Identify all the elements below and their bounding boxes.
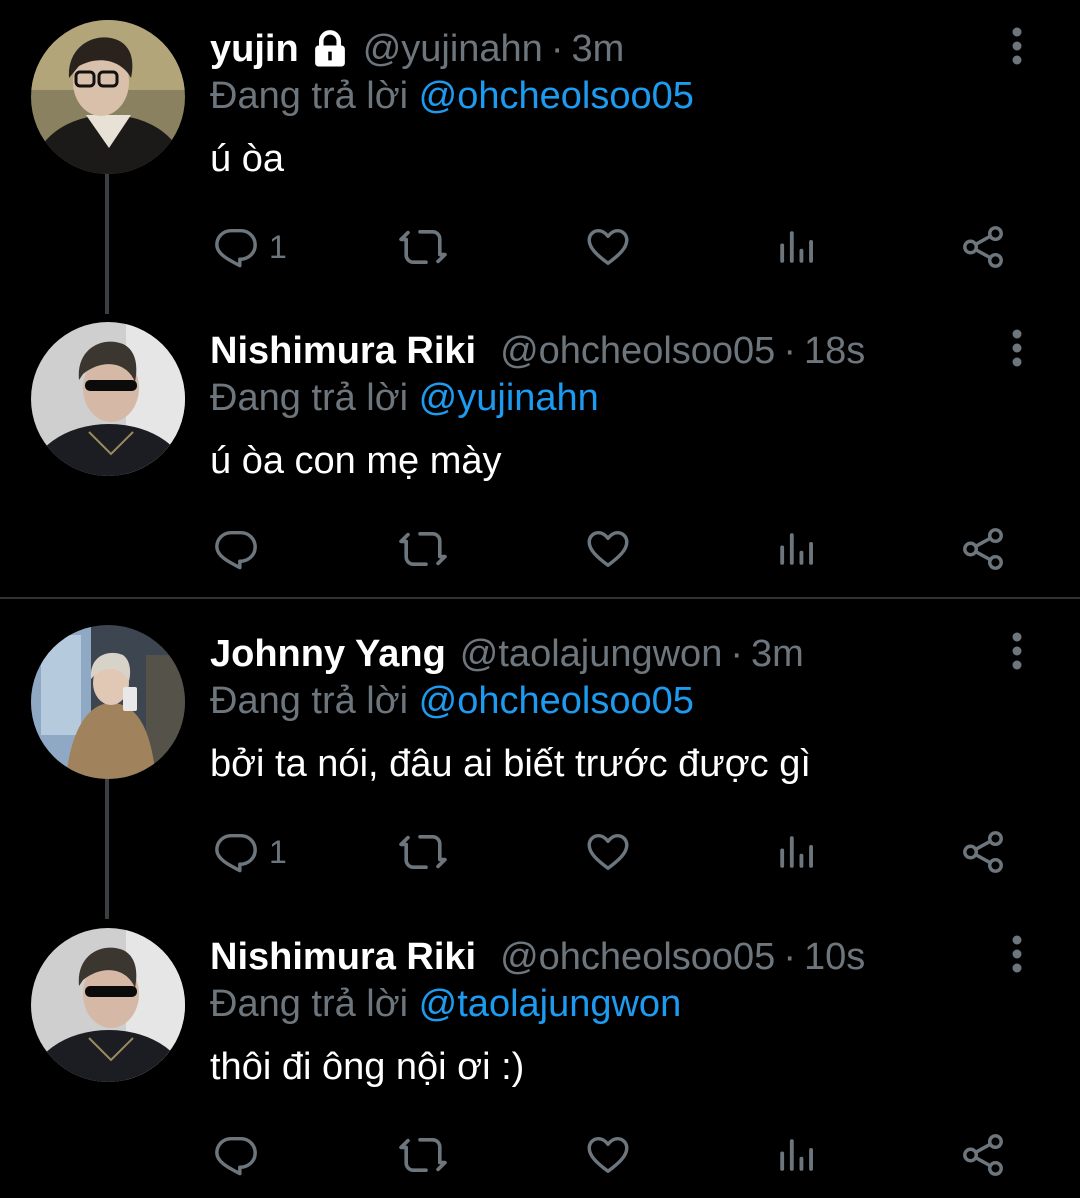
like-icon — [585, 829, 631, 875]
avatar[interactable] — [31, 928, 185, 1082]
retweet-button[interactable] — [399, 524, 447, 574]
replying-to-label: Đang trả lời — [210, 75, 409, 117]
tweet[interactable]: yujin @yujinahn · 3m Đang trả lời @ohche… — [0, 0, 1080, 314]
action-bar — [0, 1130, 1080, 1180]
replying-to-label: Đang trả lời — [210, 377, 409, 419]
more-vertical-icon[interactable] — [995, 24, 1039, 68]
mention-link[interactable]: @yujinahn — [419, 377, 599, 419]
reply-button[interactable]: 1 — [213, 827, 287, 877]
display-name[interactable]: Nishimura Riki — [210, 936, 476, 979]
tweet-text: ú òa — [210, 138, 284, 180]
retweet-button[interactable] — [399, 1130, 447, 1180]
like-button[interactable] — [585, 222, 631, 272]
timestamp[interactable]: 3m — [751, 633, 804, 676]
handle[interactable]: @yujinahn — [363, 28, 543, 71]
replying-to: Đang trả lời @taolajungwon — [210, 983, 681, 1026]
share-button[interactable] — [960, 1130, 1006, 1180]
views-icon — [775, 226, 817, 268]
replying-to-label: Đang trả lời — [210, 983, 409, 1025]
retweet-icon — [399, 223, 447, 271]
share-icon — [960, 224, 1006, 270]
avatar[interactable] — [31, 20, 185, 174]
retweet-icon — [399, 1131, 447, 1179]
handle[interactable]: @taolajungwon — [460, 633, 723, 676]
share-icon — [960, 829, 1006, 875]
retweet-icon — [399, 828, 447, 876]
tweet-text: thôi đi ông nội ơi :) — [210, 1046, 525, 1088]
replying-to-label: Đang trả lời — [210, 680, 409, 722]
lock-icon — [309, 28, 351, 70]
views-button[interactable] — [775, 222, 817, 272]
views-button[interactable] — [775, 524, 817, 574]
retweet-button[interactable] — [399, 827, 447, 877]
like-button[interactable] — [585, 827, 631, 877]
mention-link[interactable]: @taolajungwon — [419, 983, 682, 1025]
separator-dot: · — [783, 329, 796, 372]
share-icon — [960, 526, 1006, 572]
share-button[interactable] — [960, 222, 1006, 272]
replying-to: Đang trả lời @ohcheolsoo05 — [210, 75, 694, 118]
display-name[interactable]: Johnny Yang — [210, 633, 446, 676]
like-button[interactable] — [585, 1130, 631, 1180]
replying-to: Đang trả lời @ohcheolsoo05 — [210, 680, 694, 723]
display-name[interactable]: yujin — [210, 28, 299, 71]
like-icon — [585, 526, 631, 572]
tweet-text: ú òa con mẹ mày — [210, 440, 502, 482]
timestamp[interactable]: 3m — [571, 28, 624, 71]
share-button[interactable] — [960, 827, 1006, 877]
more-vertical-icon[interactable] — [995, 932, 1039, 976]
share-icon — [960, 1132, 1006, 1178]
share-button[interactable] — [960, 524, 1006, 574]
tweet[interactable]: Nishimura Riki @ohcheolsoo05 · 18s Đang … — [0, 302, 1080, 602]
views-icon — [775, 831, 817, 873]
tweet-text: bởi ta nói, đâu ai biết trước được gì — [210, 743, 811, 785]
like-button[interactable] — [585, 524, 631, 574]
reply-count: 1 — [269, 228, 287, 265]
handle[interactable]: @ohcheolsoo05 — [500, 330, 775, 373]
separator-dot: · — [730, 632, 743, 675]
views-icon — [775, 528, 817, 570]
views-icon — [775, 1134, 817, 1176]
views-button[interactable] — [775, 827, 817, 877]
action-bar — [0, 524, 1080, 574]
display-name[interactable]: Nishimura Riki — [210, 330, 476, 373]
reply-button[interactable] — [213, 1130, 269, 1180]
separator-dot: · — [550, 27, 564, 70]
mention-link[interactable]: @ohcheolsoo05 — [419, 75, 694, 117]
retweet-button[interactable] — [399, 222, 447, 272]
replying-to: Đang trả lời @yujinahn — [210, 377, 599, 420]
like-icon — [585, 224, 631, 270]
reply-icon — [213, 1132, 259, 1178]
reply-icon — [213, 829, 259, 875]
mention-link[interactable]: @ohcheolsoo05 — [419, 680, 694, 722]
handle[interactable]: @ohcheolsoo05 — [500, 936, 775, 979]
separator-dot: · — [783, 935, 796, 978]
like-icon — [585, 1132, 631, 1178]
action-bar: 1 — [0, 222, 1080, 272]
avatar[interactable] — [31, 322, 185, 476]
more-vertical-icon[interactable] — [995, 326, 1039, 370]
reply-button[interactable]: 1 — [213, 222, 287, 272]
timestamp[interactable]: 18s — [804, 330, 865, 373]
reply-count: 1 — [269, 833, 287, 870]
views-button[interactable] — [775, 1130, 817, 1180]
reply-button[interactable] — [213, 524, 269, 574]
avatar[interactable] — [31, 625, 185, 779]
retweet-icon — [399, 525, 447, 573]
action-bar: 1 — [0, 827, 1080, 877]
more-vertical-icon[interactable] — [995, 629, 1039, 673]
tweet[interactable]: Nishimura Riki @ohcheolsoo05 · 10s Đang … — [0, 908, 1080, 1198]
reply-icon — [213, 526, 259, 572]
timestamp[interactable]: 10s — [804, 936, 865, 979]
thread-divider — [0, 597, 1080, 599]
reply-icon — [213, 224, 259, 270]
tweet[interactable]: Johnny Yang @taolajungwon · 3m Đang trả … — [0, 605, 1080, 919]
